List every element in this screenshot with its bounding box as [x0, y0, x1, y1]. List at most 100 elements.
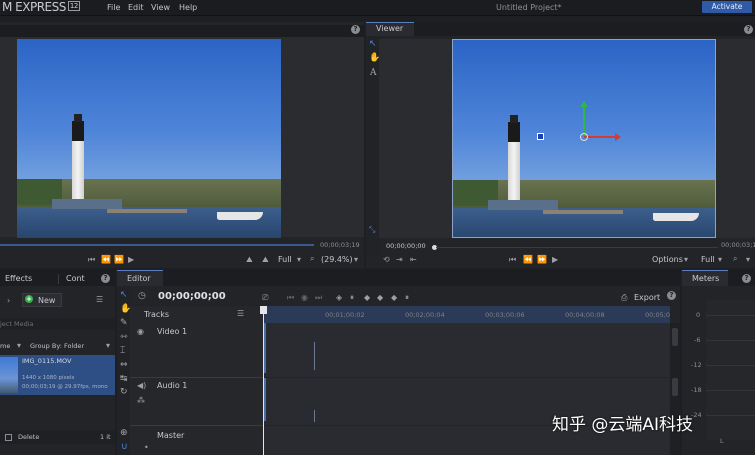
menu-help[interactable]: Help — [179, 3, 197, 12]
playhead-handle[interactable] — [260, 306, 267, 314]
zoom-tool-icon[interactable]: ⊕ — [120, 428, 128, 438]
split-icon[interactable]: ◈ — [336, 293, 342, 302]
source-canvas — [0, 37, 364, 238]
roll-tool-icon[interactable]: ⌶ — [120, 346, 125, 356]
overwrite-icon[interactable]: ⇤ — [410, 255, 417, 264]
help-icon[interactable]: ? — [744, 25, 753, 34]
mark-in-icon[interactable]: ⛰ — [246, 255, 253, 265]
viewer-canvas — [379, 39, 755, 238]
scroll-thumb[interactable] — [672, 328, 678, 346]
export-button[interactable]: Export — [634, 293, 660, 302]
search-icon[interactable]: ⌕ — [733, 254, 737, 264]
chevron-down-icon[interactable]: ▾ — [297, 255, 301, 264]
frame-back-icon[interactable]: ⏪ — [523, 255, 533, 264]
editor-timecode[interactable]: 00;00;00;00 — [158, 291, 226, 302]
source-video-frame — [17, 39, 281, 238]
chevron-down-icon[interactable]: ▾ — [17, 341, 21, 350]
x-axis-gizmo[interactable] — [584, 136, 616, 138]
frame-forward-icon[interactable]: ⏩ — [537, 255, 547, 264]
chevron-down-icon[interactable]: ▾ — [106, 341, 110, 350]
options-button[interactable]: Options — [652, 255, 683, 264]
play-icon[interactable]: ▶ — [128, 255, 134, 264]
eye-icon[interactable]: ◉ — [137, 327, 144, 336]
frame-back-icon[interactable]: ⏪ — [101, 255, 111, 264]
play-icon[interactable]: ▶ — [552, 255, 558, 264]
menu-view[interactable]: View — [151, 3, 170, 12]
keyframe-icon[interactable]: ◆ — [391, 293, 397, 302]
video-clip[interactable] — [264, 323, 266, 373]
plus-icon: + — [25, 295, 33, 303]
viewer-scrubber[interactable] — [436, 247, 718, 248]
chevron-down-icon[interactable]: ▾ — [718, 255, 722, 264]
slide-tool-icon[interactable]: ↹ — [120, 374, 128, 384]
help-icon[interactable]: ? — [351, 25, 360, 34]
mark-out-icon[interactable]: ⛰ — [262, 255, 269, 265]
nudge-icon[interactable]: ⏸ — [405, 293, 409, 303]
tab-effects[interactable]: Effects — [5, 274, 32, 283]
anchor-handle[interactable] — [537, 133, 544, 140]
delete-checkbox[interactable] — [5, 434, 12, 441]
tab-cont[interactable]: Cont — [66, 274, 85, 283]
clip-end-marker — [314, 410, 315, 422]
keyframe-icon[interactable]: ◆ — [364, 293, 370, 302]
frame-forward-icon[interactable]: ⏩ — [114, 255, 124, 264]
keyframe-icon[interactable]: ◆ — [377, 293, 383, 302]
scroll-thumb[interactable] — [672, 378, 678, 396]
menu-edit[interactable]: Edit — [128, 3, 144, 12]
zoom-mode-select[interactable]: Full — [278, 255, 292, 264]
zoom-percent[interactable]: (29.4%) — [321, 255, 353, 264]
step-back-icon[interactable]: ⏮ — [509, 255, 516, 265]
list-view-icon[interactable]: ☰ — [96, 295, 103, 304]
slip-tool-icon[interactable]: ⇔ — [120, 360, 128, 370]
master-label: Master — [157, 431, 185, 440]
pause-icon[interactable]: ⏸ — [350, 293, 354, 303]
video1-track[interactable] — [264, 323, 670, 377]
media-panel: Effects Cont ? › + New ☰ ject Media me ▾… — [0, 270, 115, 455]
text-tool-icon[interactable]: A — [370, 68, 377, 78]
viewer-video-frame[interactable] — [452, 39, 716, 238]
pointer-tool-icon[interactable]: ↖ — [369, 39, 377, 49]
activate-button[interactable]: Activate — [702, 1, 752, 13]
chevron-down-icon[interactable]: ▾ — [746, 255, 750, 264]
step-forward-icon[interactable]: ⏭ — [315, 293, 322, 303]
source-scrubber[interactable] — [0, 244, 314, 246]
resize-corner-icon[interactable]: ⤡ — [369, 225, 375, 235]
step-back-icon[interactable]: ⏮ — [287, 293, 294, 303]
insert-icon[interactable]: ⇥ — [396, 255, 403, 264]
menu-file[interactable]: File — [107, 3, 120, 12]
ripple-tool-icon[interactable]: ⇿ — [120, 332, 128, 342]
pointer-tool-icon[interactable]: ↖ — [120, 290, 128, 300]
search-icon[interactable]: ⌕ — [310, 254, 314, 264]
speaker-icon[interactable]: ◀) — [137, 381, 146, 390]
name-column[interactable]: me — [0, 342, 10, 350]
zoom-out-icon[interactable]: • — [144, 443, 149, 452]
playhead[interactable] — [263, 306, 264, 455]
chevron-right-icon[interactable]: › — [7, 296, 10, 305]
gizmo-center[interactable] — [580, 133, 588, 141]
loop-icon[interactable]: ⟲ — [383, 255, 390, 264]
item-count: 1 it — [100, 433, 111, 441]
help-icon[interactable]: ? — [742, 274, 751, 283]
rate-tool-icon[interactable]: ↻ — [120, 387, 128, 397]
clock-icon: ◷ — [138, 291, 146, 301]
viewer-zoom-select[interactable]: Full — [701, 255, 715, 264]
link-icon[interactable]: ⁂ — [137, 396, 145, 405]
meter-area — [706, 300, 755, 440]
group-by-select[interactable]: Group By: Folder — [30, 342, 84, 350]
razor-tool-icon[interactable]: ✎ — [120, 318, 128, 328]
tracks-menu-icon[interactable]: ☰ — [237, 309, 244, 318]
help-icon[interactable]: ? — [101, 274, 110, 283]
chevron-down-icon[interactable]: ▾ — [684, 255, 688, 264]
menu-bar: M EXPRESS 12 File Edit View Help Untitled… — [0, 0, 755, 16]
help-icon[interactable]: ? — [667, 291, 676, 300]
record-icon[interactable]: ◉ — [301, 293, 308, 302]
render-icon[interactable]: ⎚ — [262, 293, 268, 303]
chevron-down-icon[interactable]: ▾ — [354, 255, 358, 264]
delete-button[interactable]: Delete — [18, 433, 39, 441]
export-icon[interactable]: ⎙ — [621, 293, 627, 303]
source-tabbar — [0, 25, 364, 37]
audio-clip[interactable] — [264, 378, 266, 421]
step-back-icon[interactable]: ⏮ — [88, 255, 95, 265]
tab-viewer-label: Viewer — [376, 24, 404, 33]
magnet-icon[interactable]: ∪ — [121, 442, 128, 452]
